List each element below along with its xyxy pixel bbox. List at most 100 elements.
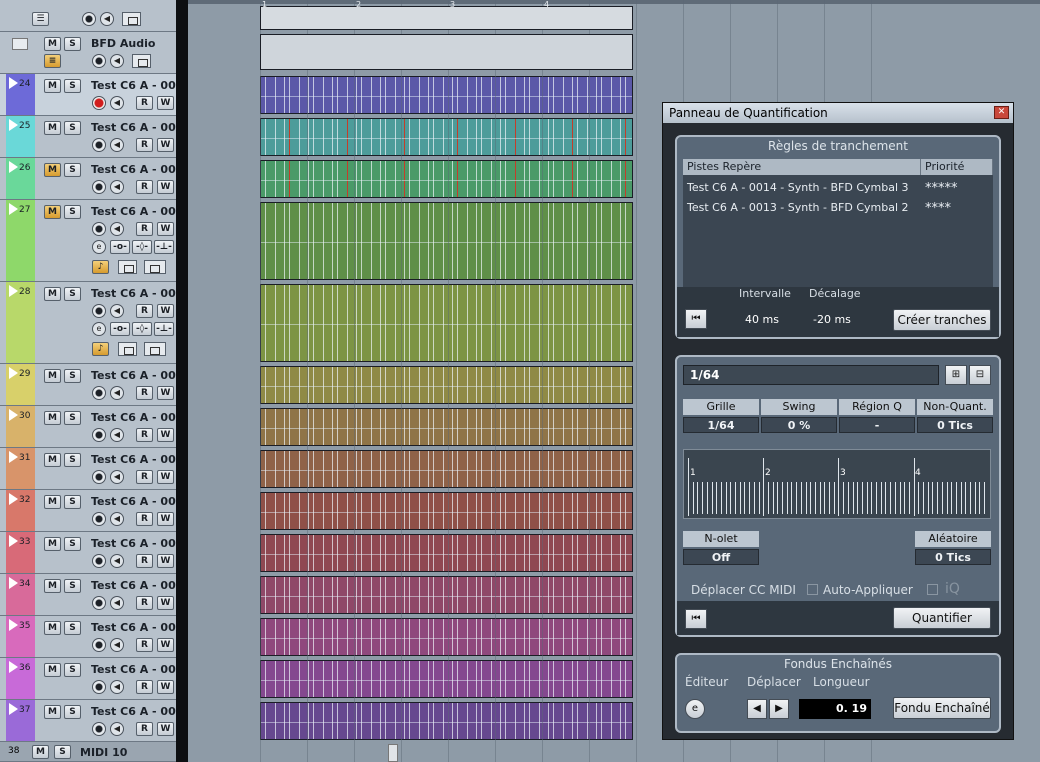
table-row[interactable]: Test C6 A - 0013 - Synth - BFD Cymbal 2 [687,201,909,214]
dialog-title[interactable]: Panneau de Quantification ✕ [663,103,1013,123]
lane-icon[interactable] [144,342,166,356]
solo-button[interactable]: S [64,411,81,425]
audio-clip[interactable] [260,284,633,362]
note-icon[interactable]: ♪ [92,260,109,274]
audio-clip[interactable] [260,576,633,614]
read-button[interactable]: R [136,554,153,568]
lane-icon[interactable] [144,260,166,274]
mute-button[interactable]: M [44,205,61,219]
insert-icon[interactable]: -o- [110,240,130,254]
mute-button[interactable]: M [44,163,61,177]
mute-button[interactable]: M [32,745,49,759]
quantize-preset-select[interactable]: 1/64 [683,365,939,385]
mute-button[interactable]: M [44,537,61,551]
monitor-icon[interactable] [82,12,96,26]
folder-clip[interactable] [260,6,633,30]
write-button[interactable]: W [157,304,174,318]
track-header-midi[interactable]: 38 M S MIDI 10 [0,742,176,762]
write-button[interactable]: W [157,386,174,400]
insert-icon[interactable]: -◊- [132,240,152,254]
col-cue-tracks[interactable]: Pistes Repère [683,159,921,175]
expand-icon[interactable] [9,203,18,215]
record-icon[interactable] [92,96,106,110]
monitor-icon[interactable] [92,680,106,694]
edit-icon[interactable]: e [685,699,705,719]
track-header-27[interactable]: 27 M S Test C6 A - 0012 ◀ R We -o- -◊- -⊥- ♪ [0,200,191,282]
scroll-handle[interactable] [388,744,398,762]
write-button[interactable]: W [157,138,174,152]
edit-instrument-icon[interactable]: e [92,240,106,254]
monitor-icon[interactable] [92,596,106,610]
solo-button[interactable]: S [64,205,81,219]
insert-icon[interactable]: -⊥- [154,240,174,254]
speaker-icon[interactable]: ◀ [100,12,114,26]
expand-icon[interactable] [9,577,18,589]
length-value[interactable]: 0. 19 [799,699,871,719]
offset-value[interactable]: -20 ms [813,313,851,326]
auto-apply-checkbox[interactable] [807,584,818,595]
monitor-icon[interactable] [92,722,106,736]
monitor-icon[interactable] [92,554,106,568]
read-button[interactable]: R [136,180,153,194]
monitor-icon[interactable] [92,138,106,152]
mute-button[interactable]: M [44,79,61,93]
priority-stars[interactable]: **** [925,201,951,216]
monitor-icon[interactable] [92,304,106,318]
bfd-audio-clip[interactable] [260,34,633,70]
read-button[interactable]: R [136,428,153,442]
audio-clip[interactable] [260,660,633,698]
audio-clip[interactable] [260,534,633,572]
speaker-icon[interactable]: ◀ [110,722,124,736]
expand-icon[interactable] [9,703,18,715]
monitor-icon[interactable] [92,180,106,194]
random-value[interactable]: 0 Tics [915,549,991,565]
track-header-26[interactable]: 26 M S Test C6 A - 0013 ◀ R W [0,158,191,200]
track-header-31[interactable]: 31 M S Test C6 A - 0008 ◀ R W [0,448,191,490]
solo-button[interactable]: S [64,537,81,551]
crossfade-button[interactable]: Fondu Enchaîné [893,697,991,719]
create-slices-button[interactable]: Créer tranches [893,309,991,331]
lock-icon[interactable] [132,54,151,68]
speaker-icon[interactable]: ◀ [110,180,124,194]
close-icon[interactable]: ✕ [994,106,1009,119]
move-left-icon[interactable]: ◀ [747,699,767,719]
write-button[interactable]: W [157,470,174,484]
quantize-button[interactable]: Quantifier [893,607,991,629]
mute-button[interactable]: M [44,453,61,467]
mute-button[interactable]: M [44,663,61,677]
col-priority[interactable]: Priorité [921,159,993,175]
speaker-icon[interactable]: ◀ [110,638,124,652]
audio-clip[interactable] [260,492,633,530]
solo-button[interactable]: S [64,369,81,383]
speaker-icon[interactable]: ◀ [110,138,124,152]
write-button[interactable]: W [157,680,174,694]
monitor-icon[interactable] [92,54,106,68]
solo-button[interactable]: S [64,37,81,51]
track-header-32[interactable]: 32 M S Test C6 A - 0007 ◀ R W [0,490,191,532]
quantize-grid-display[interactable]: 1 2 3 4 [683,449,991,519]
track-header-bfd-audio[interactable]: M S BFD Audio ≡ ◀ [0,32,176,74]
monitor-icon[interactable] [92,470,106,484]
track-header-24[interactable]: 24 M S Test C6 A - 0001 ◀ R W [0,74,191,116]
reset-icon[interactable]: ⏮ [685,309,707,329]
speaker-icon[interactable]: ◀ [110,428,124,442]
write-button[interactable]: W [157,512,174,526]
priority-stars[interactable]: ***** [925,181,958,196]
audio-clip[interactable] [260,408,633,446]
track-list-divider[interactable] [176,0,188,762]
solo-button[interactable]: S [64,121,81,135]
mute-button[interactable]: M [44,705,61,719]
track-header-29[interactable]: 29 M S Test C6 A - 0010 ◀ R W [0,364,191,406]
write-button[interactable]: W [157,428,174,442]
speaker-icon[interactable]: ◀ [110,54,124,68]
read-button[interactable]: R [136,96,153,110]
track-header-33[interactable]: 33 M S Test C6 A - 0006 ◀ R W [0,532,191,574]
audio-clip[interactable] [260,76,633,114]
mute-button[interactable]: M [44,495,61,509]
solo-defeat-button[interactable]: ☰ [32,12,49,26]
expand-icon[interactable] [9,535,18,547]
track-header-28[interactable]: 28 M S Test C6 A - 0011 ◀ R We -o- -◊- -⊥- ♪ [0,282,191,364]
write-button[interactable]: W [157,96,174,110]
audio-clip[interactable] [260,618,633,656]
read-button[interactable]: R [136,638,153,652]
